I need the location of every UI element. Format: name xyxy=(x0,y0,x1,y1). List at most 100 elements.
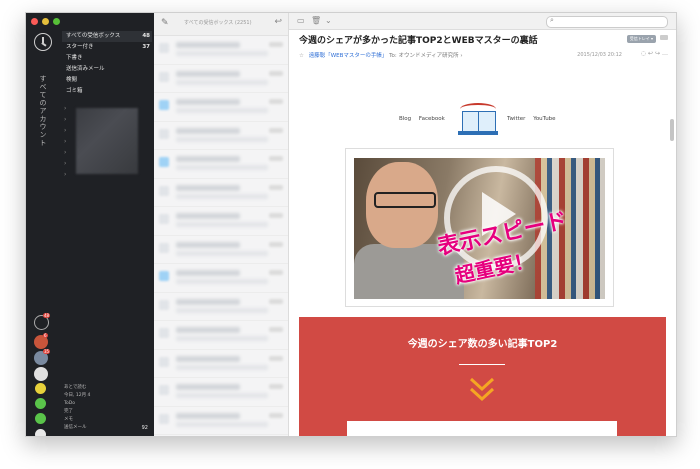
search-input[interactable]: ⌕ xyxy=(546,16,668,28)
trash-icon[interactable]: 🗑 xyxy=(311,16,321,25)
sender-avatar xyxy=(159,299,169,310)
smart-folder-label: 送信メール xyxy=(64,425,87,430)
scrollbar[interactable] xyxy=(670,119,674,141)
smart-folder[interactable]: あとで読む xyxy=(62,384,152,392)
youtube-link[interactable]: YouTube xyxy=(533,116,555,122)
message-actions: ◌↩↪… xyxy=(641,50,670,57)
message-subject: 今週のシェアが多かった記事TOP2とWEBマスターの裏話 xyxy=(299,36,538,46)
top-articles-banner: 今週のシェア数の多い記事TOP2 xyxy=(299,317,666,436)
list-item[interactable] xyxy=(154,293,288,321)
list-item[interactable] xyxy=(154,207,288,236)
list-item[interactable] xyxy=(154,321,288,350)
smart-folder[interactable]: 今日, 12月 4 xyxy=(62,392,152,400)
message-list: ✎ すべての受信ボックス (2251) ↩ xyxy=(154,13,289,436)
smart-folder[interactable]: メモ xyxy=(62,416,152,424)
list-item[interactable] xyxy=(154,93,288,122)
chevron-down-icon xyxy=(469,377,495,402)
twitter-link[interactable]: Twitter xyxy=(507,116,525,122)
divider xyxy=(459,364,505,365)
smart-folder-label: あとで読む xyxy=(64,385,87,390)
sender-avatar xyxy=(159,385,169,395)
sender-name[interactable]: 遠藤聡「WEBマスターの手帳」 xyxy=(309,53,388,59)
list-item[interactable] xyxy=(154,378,288,407)
folder-all-inboxes[interactable]: すべての受信ボックス 48 xyxy=(62,31,152,42)
sender-avatar xyxy=(159,71,169,82)
sender-avatar xyxy=(159,214,169,224)
smart-folder[interactable]: ToDo xyxy=(62,400,152,408)
mail-app-window: すべてのアカウント 48 6 35 すべての受信ボックス 48 スター付き 37 xyxy=(25,12,677,437)
compose-icon[interactable]: ✎ xyxy=(161,18,169,28)
green-tag-icon[interactable] xyxy=(35,398,46,409)
all-accounts-label[interactable]: すべてのアカウント xyxy=(38,75,48,147)
book-icon xyxy=(462,111,496,133)
newsletter-nav-right: Twitter YouTube xyxy=(507,116,556,122)
sender-avatar xyxy=(159,157,169,167)
green-tag-icon[interactable] xyxy=(35,413,46,424)
smart-folder[interactable]: 送信メール 92 xyxy=(62,424,152,432)
sender-avatar xyxy=(159,128,169,139)
message-reader: ▭ 🗑 ⌄ ⌕ 今週のシェアが多かった記事TOP2とWEBマスターの裏話 受信ト… xyxy=(289,13,676,436)
list-item[interactable] xyxy=(154,65,288,93)
folder-trash[interactable]: ゴミ箱 xyxy=(62,86,152,97)
sender-avatar xyxy=(159,328,169,338)
blurred-account-names xyxy=(76,108,138,174)
tag-icon[interactable] xyxy=(660,35,668,40)
thumbs-down-icon[interactable]: ⌄ xyxy=(325,16,332,25)
list-item[interactable] xyxy=(154,236,288,264)
minimize-window-button[interactable] xyxy=(42,18,49,25)
search-icon: ⌕ xyxy=(550,16,554,24)
blog-link[interactable]: Blog xyxy=(399,116,411,122)
folder-label-pill[interactable]: 受信トレイ ▾ xyxy=(626,35,656,43)
list-item[interactable] xyxy=(154,179,288,207)
facebook-link[interactable]: Facebook xyxy=(419,116,445,122)
folder-spam[interactable]: 検閲 xyxy=(62,75,152,86)
video-image[interactable]: 表示スピード 超重要！ xyxy=(354,158,605,299)
list-item[interactable] xyxy=(154,122,288,150)
folder-label: 送信済みメール xyxy=(66,66,105,72)
star-icon[interactable]: ☆ xyxy=(299,53,304,59)
sender-avatar xyxy=(159,100,169,110)
account-avatar[interactable] xyxy=(34,367,48,381)
account-rail: すべてのアカウント 48 6 35 xyxy=(26,27,60,436)
sender-avatar xyxy=(159,242,169,253)
list-item[interactable] xyxy=(154,36,288,65)
close-window-button[interactable] xyxy=(31,18,38,25)
more-icon[interactable]: … xyxy=(662,50,670,57)
smart-folder[interactable]: 完了 xyxy=(62,408,152,416)
list-item[interactable] xyxy=(154,407,288,435)
folder-list: すべての受信ボックス 48 スター付き 37 下書き 送信済みメール 検閲 ゴミ… xyxy=(62,31,152,97)
list-item[interactable] xyxy=(154,264,288,293)
folder-drafts[interactable]: 下書き xyxy=(62,53,152,64)
smart-folder-label: メモ xyxy=(64,417,73,422)
sender-avatar xyxy=(159,413,169,424)
clock-icon[interactable] xyxy=(34,33,52,51)
account-avatar[interactable] xyxy=(35,429,46,436)
article-card[interactable] xyxy=(347,421,617,436)
badge-count: 35 xyxy=(43,349,51,354)
reply-icon[interactable]: ↩ xyxy=(648,50,655,57)
sender-avatar xyxy=(159,43,169,53)
smart-folder-label: ToDo xyxy=(64,401,75,406)
folder-label: すべての受信ボックス xyxy=(66,33,121,39)
folder-sent[interactable]: 送信済みメール xyxy=(62,64,152,75)
folder-starred[interactable]: スター付き 37 xyxy=(62,42,152,53)
folder-label: ゴミ箱 xyxy=(66,88,83,94)
smart-folder-label: 完了 xyxy=(64,409,73,414)
smart-folder-list: あとで読む 今日, 12月 4 ToDo 完了 メモ 送信メール 92 xyxy=(62,384,152,432)
folder-label: 下書き xyxy=(66,55,83,61)
list-item[interactable] xyxy=(154,350,288,378)
archive-icon[interactable]: ▭ xyxy=(297,16,305,25)
zoom-window-button[interactable] xyxy=(53,18,60,25)
comment-icon[interactable]: ◌ xyxy=(641,50,648,57)
yellow-tag-icon[interactable] xyxy=(35,383,46,394)
reply-icon[interactable]: ↩ xyxy=(274,17,282,27)
list-item[interactable] xyxy=(154,150,288,179)
sender-avatar xyxy=(159,271,169,281)
newsletter-nav-left: Blog Facebook xyxy=(399,116,445,122)
recipient[interactable]: To: オウンドメディア研究所 › xyxy=(389,53,462,59)
newsletter-logo xyxy=(454,101,502,137)
forward-icon[interactable]: ↪ xyxy=(655,50,662,57)
unread-count: 48 xyxy=(142,33,150,39)
video-thumbnail[interactable]: 表示スピード 超重要！ xyxy=(345,148,614,307)
message-meta: ☆ 遠藤聡「WEBマスターの手帳」 To: オウンドメディア研究所 › xyxy=(299,51,463,59)
